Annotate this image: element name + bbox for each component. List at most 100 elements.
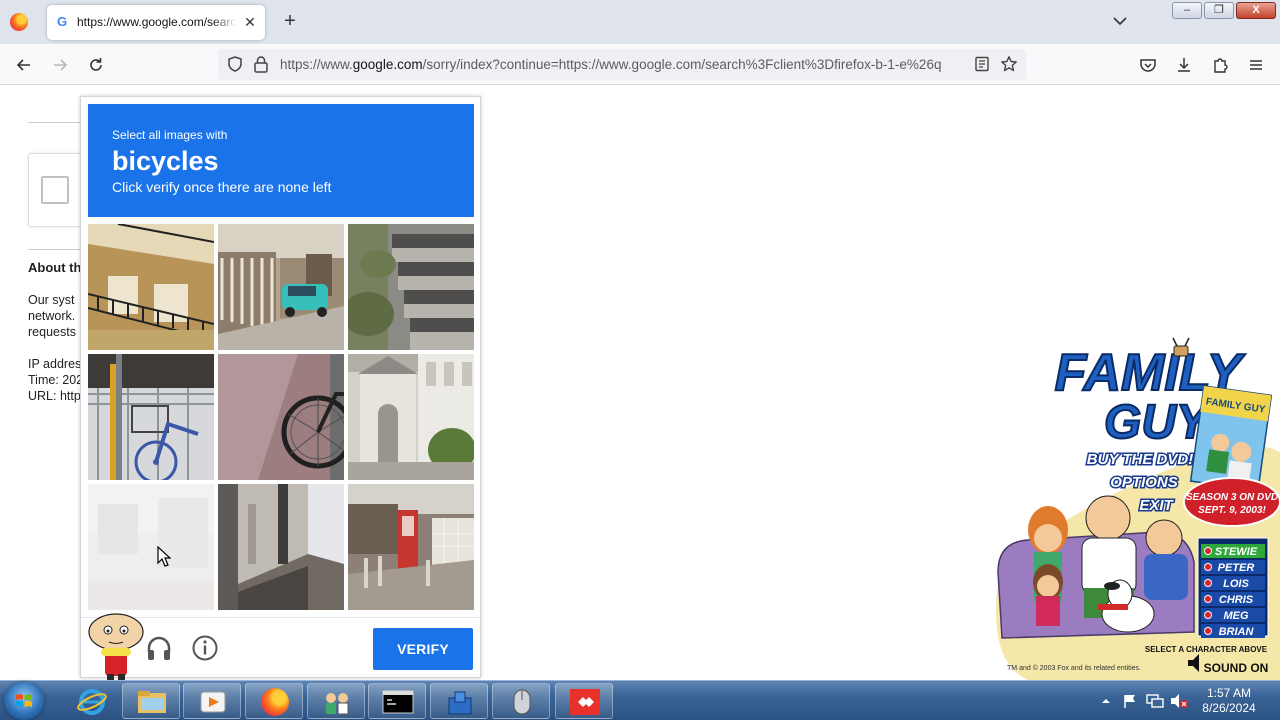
captcha-tile-1[interactable]	[88, 224, 214, 350]
show-hidden-icons-arrow-icon[interactable]	[1100, 695, 1112, 707]
family-guy-overlay[interactable]: FAMILY GUY FAMILY GUY BUY THE DVD! OPTIO…	[988, 332, 1280, 680]
taskbar-media-player[interactable]	[183, 683, 241, 719]
sound-toggle[interactable]: SOUND ON	[1204, 661, 1269, 675]
captcha-tile-2[interactable]	[218, 224, 344, 350]
windows-taskbar: 1:57 AM 8/26/2024	[0, 680, 1280, 720]
tile-bicycle-wheel-image	[218, 354, 344, 480]
window-controls: – ❐ X	[1172, 2, 1276, 20]
address-bar[interactable]: https://www.google.com/sorry/index?conti…	[218, 49, 1026, 80]
character-bullet-icon	[1204, 627, 1212, 635]
taskbar-anydesk[interactable]	[555, 683, 613, 719]
tab-list-chevron-icon[interactable]	[1112, 13, 1128, 29]
captcha-tile-8[interactable]	[218, 484, 344, 610]
browser-tab-bar: G https://www.google.com/search ✕ + – ❐ …	[0, 0, 1280, 44]
url-host: google.com	[352, 57, 423, 72]
menu-exit[interactable]: EXIT	[1138, 496, 1176, 516]
family-guy-app-icon	[326, 693, 349, 715]
ip-address-line: IP addres	[28, 357, 82, 371]
character-option-label[interactable]: LOIS	[1223, 578, 1249, 590]
mouse-cursor-icon	[157, 546, 171, 567]
tile-building-balcony-image	[88, 224, 214, 350]
character-bullet-icon	[1204, 611, 1212, 619]
taskbar-family-guy-app[interactable]	[307, 683, 365, 719]
captcha-tile-7[interactable]	[88, 484, 214, 610]
stewie-character-icon	[88, 613, 144, 680]
audio-challenge-headphones-icon[interactable]	[145, 634, 173, 662]
url-line: URL: http	[28, 389, 81, 403]
firefox-icon[interactable]	[10, 13, 28, 31]
restore-button[interactable]: ❐	[1204, 2, 1234, 19]
copyright-text: TM and © 2003 Fox and its related entiti…	[1007, 664, 1141, 672]
challenge-footer: VERIFY	[81, 613, 480, 680]
captcha-tile-6[interactable]	[348, 354, 474, 480]
tile-street-scene-image	[348, 484, 474, 610]
taskbar-firefox[interactable]	[245, 683, 303, 719]
new-tab-button[interactable]: +	[280, 11, 300, 31]
reader-view-icon[interactable]	[974, 56, 990, 72]
verify-button[interactable]: VERIFY	[373, 628, 473, 670]
captcha-tile-4[interactable]	[88, 354, 214, 480]
google-favicon-icon: G	[57, 14, 68, 29]
character-option-label[interactable]: STEWIE	[1215, 546, 1258, 558]
back-arrow-icon[interactable]	[14, 55, 34, 75]
close-window-button[interactable]: X	[1236, 2, 1276, 19]
folder-icon	[138, 691, 166, 713]
season-text: SEASON 3 ON DVD	[1186, 492, 1278, 503]
pocket-icon[interactable]	[1138, 55, 1158, 75]
taskbar-installer-app[interactable]	[430, 683, 488, 719]
extensions-icon[interactable]	[1210, 55, 1230, 75]
action-center-flag-icon[interactable]	[1122, 693, 1138, 709]
taskbar-internet-explorer[interactable]	[62, 683, 120, 719]
taskbar-command-prompt[interactable]	[368, 683, 426, 719]
system-clock[interactable]: 1:57 AM 8/26/2024	[1192, 686, 1266, 716]
character-option-label[interactable]: BRIAN	[1219, 626, 1255, 638]
firefox-icon	[261, 688, 289, 716]
bookmark-star-icon[interactable]	[1000, 55, 1018, 73]
tracking-shield-icon[interactable]	[226, 55, 244, 73]
character-option-label[interactable]: CHRIS	[1219, 594, 1254, 606]
taskbar-mouse-app[interactable]	[492, 683, 550, 719]
menu-buy-dvd[interactable]: BUY THE DVD!	[1085, 450, 1194, 470]
tile-white-house-image	[348, 354, 474, 480]
challenge-header: Select all images with bicycles Click ve…	[88, 104, 474, 217]
reload-icon[interactable]	[86, 55, 106, 75]
screen: G https://www.google.com/search ✕ + – ❐ …	[0, 0, 1280, 720]
windows-logo-icon	[16, 694, 32, 707]
network-icon[interactable]	[1146, 693, 1164, 709]
forward-arrow-icon[interactable]	[50, 55, 70, 75]
season-date: SEPT. 9, 2003!	[1198, 505, 1266, 516]
menu-hamburger-icon[interactable]	[1246, 55, 1266, 75]
info-icon[interactable]	[191, 634, 219, 662]
character-bullet-icon	[1204, 563, 1212, 571]
character-option-label[interactable]: PETER	[1218, 562, 1255, 574]
recaptcha-checkbox[interactable]	[41, 176, 69, 204]
about-text-line: Our syst	[28, 293, 75, 307]
captcha-tile-3[interactable]	[348, 224, 474, 350]
captcha-tile-5[interactable]	[218, 354, 344, 480]
about-heading: About th	[28, 260, 82, 275]
tile-faded-image	[88, 484, 214, 610]
tab-close-icon[interactable]: ✕	[241, 13, 259, 31]
media-player-icon	[200, 691, 226, 713]
start-button[interactable]	[4, 682, 44, 720]
downloads-icon[interactable]	[1174, 55, 1194, 75]
command-prompt-icon	[382, 690, 414, 714]
character-option-label[interactable]: MEG	[1223, 610, 1249, 622]
captcha-tile-9[interactable]	[348, 484, 474, 610]
menu-options[interactable]: OPTIONS	[1109, 473, 1180, 493]
browser-tab[interactable]: G https://www.google.com/search ✕	[47, 5, 265, 40]
taskbar-file-explorer[interactable]	[122, 683, 180, 719]
tab-title: https://www.google.com/search	[77, 15, 237, 29]
tile-bicycle-basket-image	[88, 354, 214, 480]
divider	[28, 249, 88, 250]
challenge-instruction: Select all images with	[112, 128, 228, 142]
recaptcha-checkbox-widget[interactable]	[28, 153, 88, 227]
minimize-button[interactable]: –	[1172, 2, 1202, 19]
volume-muted-icon[interactable]	[1170, 693, 1188, 709]
browser-toolbar: https://www.google.com/sorry/index?conti…	[0, 44, 1280, 85]
character-bullet-icon	[1204, 579, 1212, 587]
divider	[28, 122, 88, 123]
clock-time: 1:57 AM	[1206, 686, 1252, 700]
lock-icon[interactable]	[253, 55, 269, 73]
clock-date: 8/26/2024	[1202, 701, 1256, 715]
